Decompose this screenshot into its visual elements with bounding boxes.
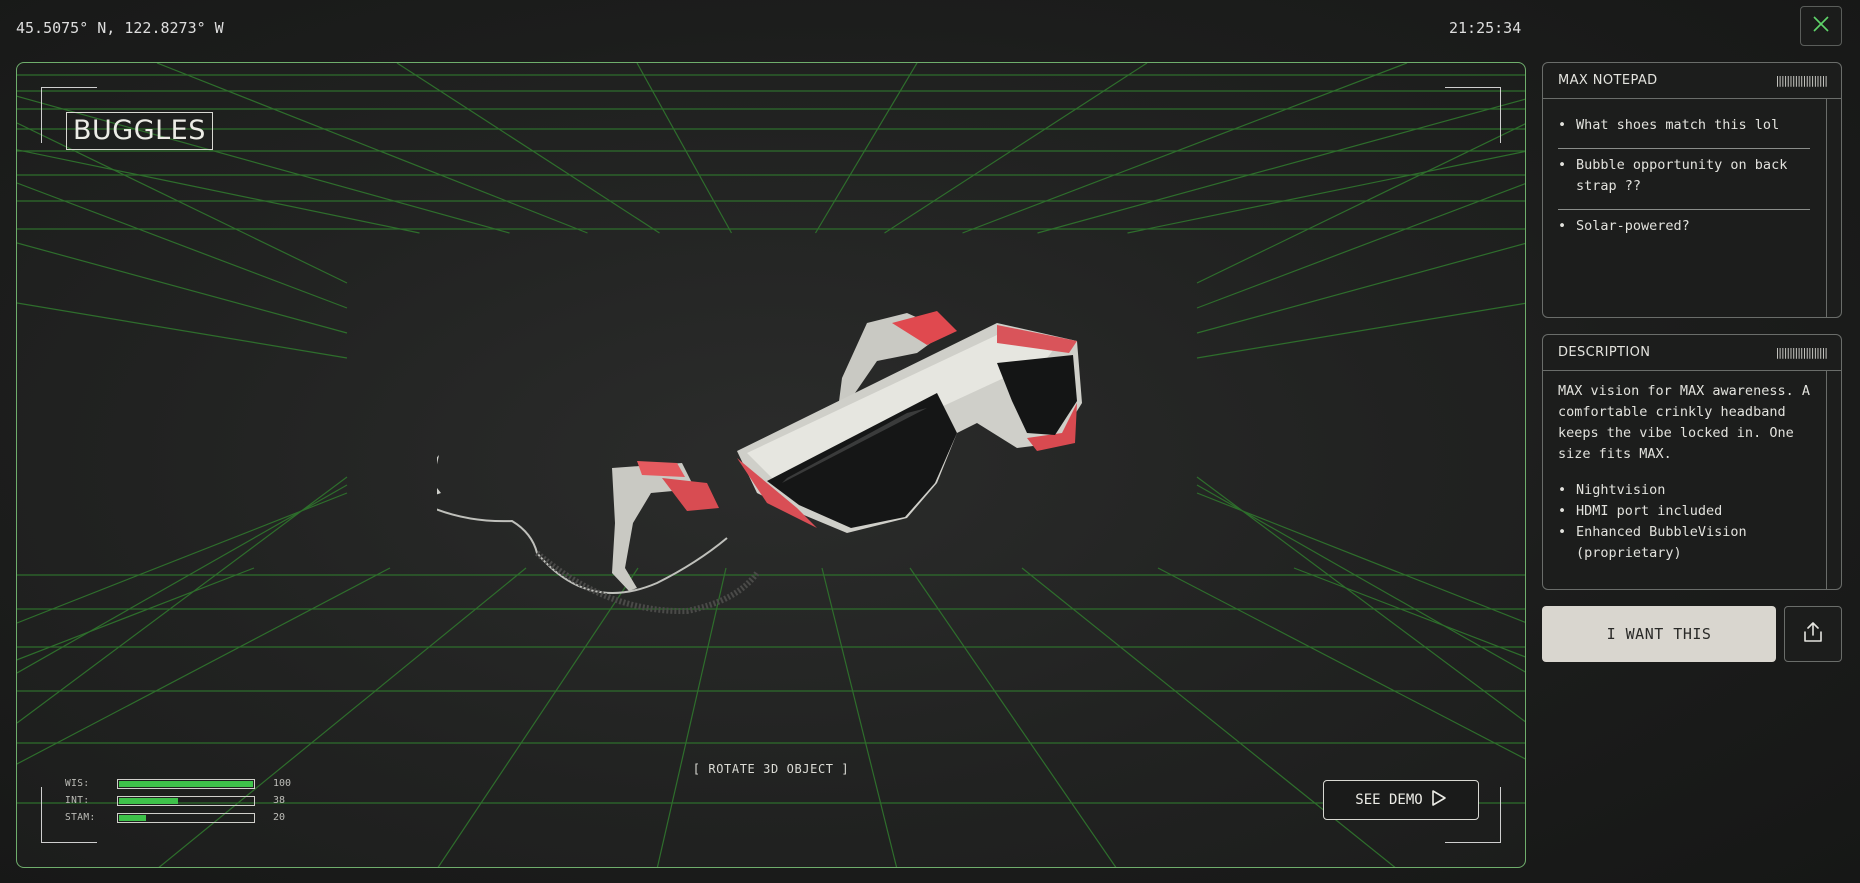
feature-text: HDMI port included <box>1576 503 1723 519</box>
stat-label: WIS: <box>65 778 90 789</box>
share-button[interactable] <box>1784 606 1842 662</box>
product-title: BUGGLES <box>66 112 213 150</box>
notepad-panel: MAX NOTEPAD ||||||||||||||||||| • What sh… <box>1542 62 1842 318</box>
ticks-decoration: ||||||||||||||||||| <box>1775 346 1828 359</box>
feature-item: • HDMI port included <box>1558 501 1810 522</box>
feature-text: Enhanced BubbleVision (proprietary) <box>1576 524 1747 561</box>
note-item: • Solar-powered? <box>1558 210 1810 249</box>
see-demo-button[interactable]: SEE DEMO <box>1323 780 1479 820</box>
description-body: MAX vision for MAX awareness. A comforta… <box>1543 371 1827 589</box>
note-text: Solar-powered? <box>1576 218 1690 234</box>
3d-viewer[interactable]: BUGGLES [ ROTATE 3D OBJECT ] WIS: 100 IN… <box>16 62 1526 868</box>
stat-row-wis: WIS: 100 <box>65 775 291 792</box>
stat-label: INT: <box>65 795 90 806</box>
description-title: DESCRIPTION <box>1558 345 1651 360</box>
stat-bar <box>117 778 255 789</box>
notepad-header: MAX NOTEPAD ||||||||||||||||||| <box>1543 63 1841 99</box>
stats-panel: WIS: 100 INT: 38 STAM: 20 <box>65 775 291 826</box>
description-panel: DESCRIPTION ||||||||||||||||||| MAX visi… <box>1542 334 1842 590</box>
note-item: • Bubble opportunity on back strap ?? <box>1558 149 1810 210</box>
rotate-hint: [ ROTATE 3D OBJECT ] <box>692 762 850 776</box>
stat-value: 38 <box>273 795 286 806</box>
stat-label: STAM: <box>65 812 96 823</box>
feature-item: • Enhanced BubbleVision (proprietary) <box>1558 522 1810 564</box>
stat-bar <box>117 812 255 823</box>
stat-row-int: INT: 38 <box>65 792 291 809</box>
share-icon <box>1803 621 1823 647</box>
note-text: What shoes match this lol <box>1576 117 1780 133</box>
i-want-this-button[interactable]: I WANT THIS <box>1542 606 1776 662</box>
notepad-title: MAX NOTEPAD <box>1558 73 1658 88</box>
note-text: Bubble opportunity on back strap ?? <box>1576 157 1788 194</box>
clock-readout: 21:25:34 <box>1449 19 1522 37</box>
note-item: • What shoes match this lol <box>1558 109 1810 149</box>
description-text: MAX vision for MAX awareness. A comforta… <box>1558 383 1810 462</box>
stat-value: 100 <box>273 778 292 789</box>
close-icon <box>1812 15 1830 37</box>
feature-text: Nightvision <box>1576 482 1666 498</box>
corner-bracket <box>1445 87 1501 143</box>
play-icon <box>1431 789 1447 811</box>
description-header: DESCRIPTION ||||||||||||||||||| <box>1543 335 1841 371</box>
ticks-decoration: ||||||||||||||||||| <box>1775 74 1828 87</box>
stat-value: 20 <box>273 812 286 823</box>
goggles-3d-model[interactable] <box>437 283 1097 743</box>
coordinates-readout: 45.5075° N, 122.8273° W <box>16 19 224 37</box>
stat-row-stam: STAM: 20 <box>65 809 291 826</box>
stat-bar <box>117 795 255 806</box>
see-demo-label: SEE DEMO <box>1355 792 1423 808</box>
close-button[interactable] <box>1800 6 1842 46</box>
feature-item: • Nightvision <box>1558 480 1810 501</box>
notepad-body[interactable]: • What shoes match this lol • Bubble oppor… <box>1543 99 1827 317</box>
